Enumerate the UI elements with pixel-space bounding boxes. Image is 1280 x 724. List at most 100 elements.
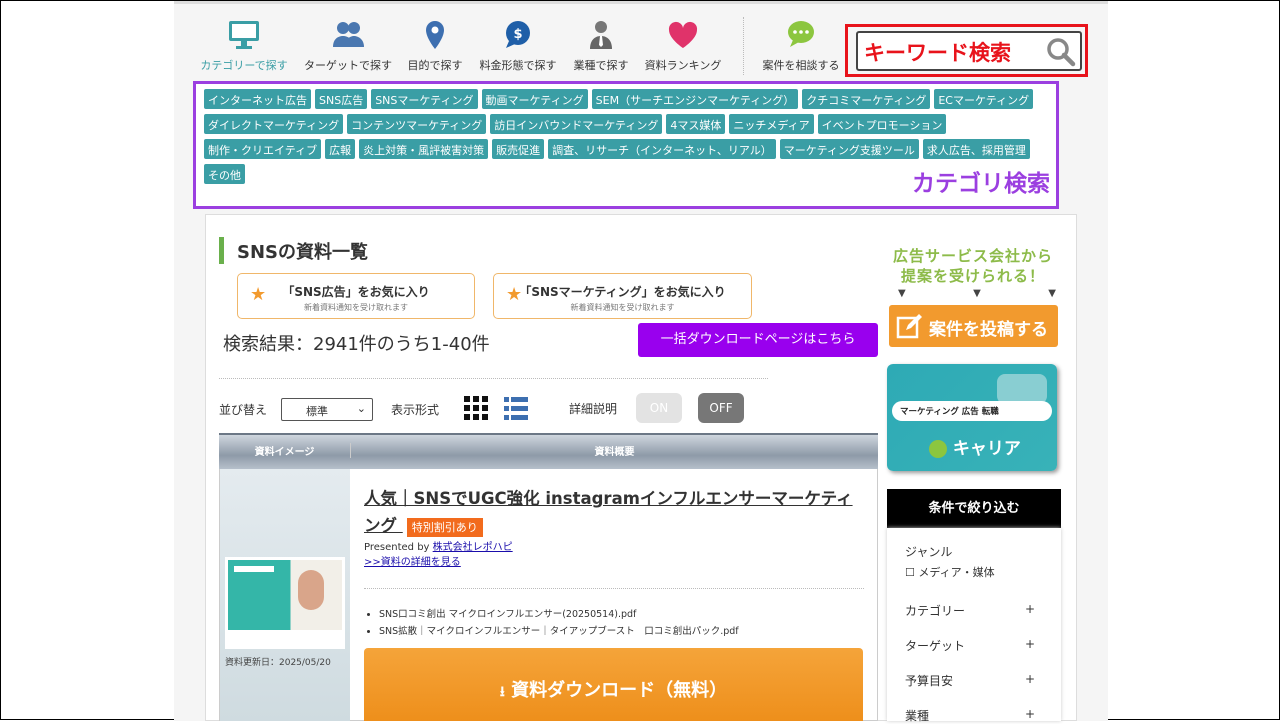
filter-1[interactable]: ターゲット +: [905, 637, 1035, 654]
category-tag[interactable]: マーケティング支援ツール: [779, 139, 919, 159]
nav-label: カテゴリーで探す: [200, 59, 288, 72]
category-search-panel: インターネット広告 SNS広告 SNSマーケティング 動画マーケティング SEM（サーチ…: [193, 81, 1059, 209]
document-title-link[interactable]: 人気｜SNSでUGC強化 instagramインフルエンサーマーケティング 特別…: [364, 485, 864, 539]
category-tag[interactable]: SEM（サーチエンジンマーケティング）: [591, 89, 799, 109]
genre-media-checkbox[interactable]: ☐ メディア・媒体: [905, 564, 995, 580]
category-tag-row: 制作・クリエイティブ 広報 炎上対策・風評被害対策 販売促進 調査、リサーチ（インターネ…: [204, 139, 1030, 159]
post-project-button[interactable]: 案件を投稿する: [889, 305, 1058, 347]
bulk-download-button[interactable]: 一括ダウンロードページはこちら: [638, 323, 878, 357]
favorite-sns-marketing-button[interactable]: ★ 「SNSマーケティング」をお気に入り 新着資料通知を受け取れます: [493, 273, 752, 319]
filter-3[interactable]: 業種 +: [905, 707, 1035, 724]
category-tag[interactable]: インターネット広告: [204, 89, 311, 109]
favorite-sns-ads-button[interactable]: ★ 「SNS広告」をお気に入り 新着資料通知を受け取れます: [237, 273, 475, 319]
col-header-image: 資料イメージ: [254, 447, 315, 458]
chevron-down-icon: ⌄: [356, 402, 366, 415]
category-tag-row: インターネット広告 SNS広告 SNSマーケティング 動画マーケティング SEM（サーチ…: [204, 89, 1034, 109]
category-tag[interactable]: 調査、リサーチ（インターネット、リアル）: [548, 139, 776, 159]
detail-label: 詳細説明: [569, 402, 618, 416]
promo-line: 提案を受けられる！: [900, 267, 1045, 285]
filter-header: 条件で絞り込む: [887, 489, 1061, 528]
category-tag[interactable]: SNS広告: [315, 89, 368, 109]
banner-search-bar: マーケティング 広告 転職: [892, 401, 1052, 421]
category-tag[interactable]: ニッチメディア: [729, 114, 814, 134]
search-icon: [1047, 38, 1076, 67]
category-tag[interactable]: 求人広告、採用管理: [922, 139, 1030, 159]
divider: [219, 378, 768, 379]
plus-icon: +: [1024, 707, 1035, 721]
heading-accent: [219, 237, 224, 264]
dollar-bubble-icon: $: [506, 21, 530, 48]
filter-label: ターゲット: [905, 639, 966, 653]
star-icon: ★: [250, 284, 267, 305]
keyword-search-button[interactable]: キーワード検索: [856, 31, 1082, 71]
detail-on-toggle[interactable]: ON: [636, 393, 682, 423]
category-tag[interactable]: 動画マーケティング: [481, 89, 588, 109]
nav-target[interactable]: ターゲットで探す: [298, 19, 398, 73]
presented-by-label: Presented by: [364, 542, 433, 553]
banner-brand-text: キャリア: [952, 439, 1021, 459]
map-pin-icon: [426, 21, 444, 49]
category-tag[interactable]: 4マス媒体: [666, 114, 726, 134]
file-item: SNS口コミ創出 マイクロインフルエンサー(20250514).pdf: [379, 606, 739, 623]
nav-ranking[interactable]: 資料ランキング: [633, 19, 733, 73]
category-tag[interactable]: その他: [204, 164, 245, 184]
nav-consult[interactable]: 案件を相談する: [751, 19, 851, 73]
nav-label: 資料ランキング: [644, 59, 722, 72]
nav-label: ターゲットで探す: [304, 59, 392, 72]
category-tag[interactable]: クチコミマーケティング: [802, 89, 931, 109]
search-result-count: 検索結果：2941件のうち1-40件: [223, 334, 490, 355]
download-button[interactable]: ⭳ 資料ダウンロード（無料）: [364, 648, 863, 721]
favorite-subtitle: 新着資料通知を受け取れます: [570, 303, 675, 312]
category-tag[interactable]: 訪日インバウンドマーケティング: [490, 114, 663, 134]
promo-line: 広告サービス会社から: [892, 247, 1053, 265]
category-search-label: カテゴリ検索: [912, 171, 1050, 197]
category-tag[interactable]: 制作・クリエイティブ: [204, 139, 322, 159]
sort-label: 並び替え: [219, 403, 268, 417]
category-tag[interactable]: ダイレクトマーケティング: [204, 114, 344, 134]
banner-decor: [997, 374, 1047, 404]
category-tag[interactable]: 広報: [325, 139, 356, 159]
col-header-summary: 資料概要: [350, 443, 878, 458]
filter-2[interactable]: 予算目安 +: [905, 672, 1035, 689]
file-list: SNS口コミ創出 マイクロインフルエンサー(20250514).pdf SNS拡…: [379, 606, 739, 640]
discount-badge: 特別割引あり: [406, 518, 483, 537]
sort-value: 標準: [306, 405, 328, 418]
promo-text: 広告サービス会社から 提案を受けられる！: [887, 246, 1059, 286]
favorite-title: 「SNSマーケティング」をお気に入り: [519, 285, 726, 299]
svg-text:$: $: [513, 27, 522, 42]
thumbnail-footer: [228, 630, 342, 646]
list-view-icon[interactable]: [504, 396, 528, 420]
category-tag[interactable]: ECマーケティング: [934, 89, 1034, 109]
presented-by: Presented by 株式会社レポハピ: [364, 538, 513, 553]
category-tag[interactable]: コンテンツマーケティング: [347, 114, 487, 134]
file-item: SNS拡散｜マイクロインフルエンサー｜タイアップブースト 口コミ創出パック.pd…: [379, 623, 739, 640]
triangle-down-icon: ▼: [898, 288, 906, 299]
plus-icon: +: [1024, 672, 1035, 686]
banner-search-text: マーケティング 広告 転職: [900, 407, 999, 417]
document-thumbnail[interactable]: [225, 557, 345, 649]
users-icon: [333, 22, 364, 47]
sort-select[interactable]: 標準 ⌄: [281, 398, 373, 421]
favorite-subtitle: 新着資料通知を受け取れます: [304, 303, 408, 312]
category-tag[interactable]: 炎上対策・風評被害対策: [359, 139, 489, 159]
divider: [364, 588, 864, 589]
category-tag[interactable]: イベントプロモーション: [817, 114, 947, 134]
nav-category[interactable]: カテゴリーで探す: [194, 19, 294, 73]
download-icon: ⭳: [499, 684, 505, 700]
category-tag[interactable]: 販売促進: [492, 139, 545, 159]
filter-0[interactable]: カテゴリー +: [905, 602, 1035, 619]
detail-off-toggle[interactable]: OFF: [698, 393, 744, 423]
nav-label: 目的で探す: [407, 59, 463, 72]
category-tag[interactable]: SNSマーケティング: [371, 89, 478, 109]
grid-view-icon[interactable]: [464, 396, 488, 420]
detail-link[interactable]: >>資料の詳細を見る: [364, 553, 461, 568]
triangle-down-icon: ▼: [973, 288, 981, 299]
career-banner[interactable]: マーケティング 広告 転職 キャリア: [887, 364, 1057, 471]
chat-bubble-icon: [788, 21, 814, 47]
category-tag-row: その他: [204, 164, 245, 184]
category-tag-row: ダイレクトマーケティング コンテンツマーケティング 訪日インバウンドマーケティング 4…: [204, 114, 947, 134]
company-link[interactable]: 株式会社レポハピ: [433, 542, 513, 553]
filter-genre-label: ジャンル: [905, 545, 953, 559]
heart-icon: [668, 21, 698, 48]
filter-label: 予算目安: [905, 674, 954, 688]
